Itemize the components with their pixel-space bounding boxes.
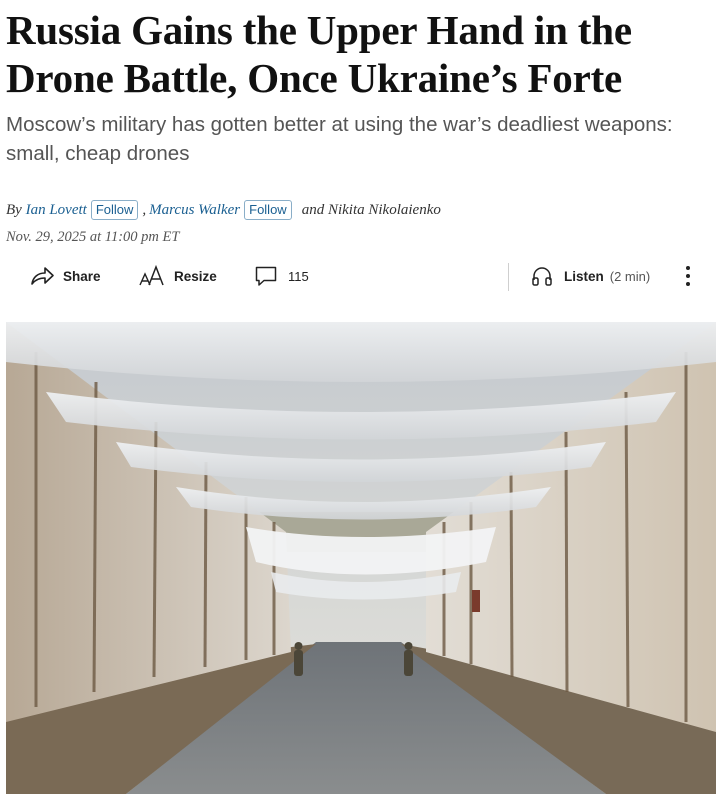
headphones-icon [530, 264, 554, 288]
hero-image [6, 322, 716, 794]
resize-button[interactable]: Resize [138, 258, 217, 294]
byline-separator: , [142, 201, 147, 218]
photo-road-under-anti-drone-netting-icon [6, 322, 716, 794]
author-link-ian-lovett[interactable]: Ian Lovett [26, 202, 87, 219]
byline-prefix: By [6, 201, 22, 218]
share-label: Share [63, 268, 101, 284]
headline: Russia Gains the Upper Hand in the Drone… [6, 7, 632, 101]
comments-count: 115 [288, 268, 309, 284]
article-toolbar: Share Resize 115 Listen (2 min) [0, 258, 722, 294]
article-dek: Moscow’s military has gotten better at u… [6, 113, 673, 165]
more-vertical-icon [685, 264, 691, 288]
comments-button[interactable]: 115 [254, 258, 309, 294]
share-button[interactable]: Share [29, 258, 101, 294]
listen-label: Listen [564, 268, 604, 284]
author-link-marcus-walker[interactable]: Marcus Walker [149, 202, 240, 219]
share-arrow-icon [29, 265, 55, 287]
listen-button[interactable]: Listen (2 min) [530, 258, 650, 294]
resize-label: Resize [174, 268, 217, 284]
text-resize-icon [138, 264, 166, 288]
follow-button-marcus-walker[interactable]: Follow [244, 200, 292, 220]
byline: By Ian Lovett Follow , Marcus Walker Fol… [6, 200, 716, 220]
follow-button-ian-lovett[interactable]: Follow [90, 200, 139, 220]
listen-duration: (2 min) [609, 268, 651, 284]
more-options-button[interactable] [680, 258, 696, 294]
toolbar-divider [508, 263, 509, 291]
byline-co-author: and Nikita Nikolaienko [301, 201, 441, 218]
comment-bubble-icon [254, 264, 278, 288]
publish-date: Nov. 29, 2025 at 11:00 pm ET [6, 229, 180, 245]
